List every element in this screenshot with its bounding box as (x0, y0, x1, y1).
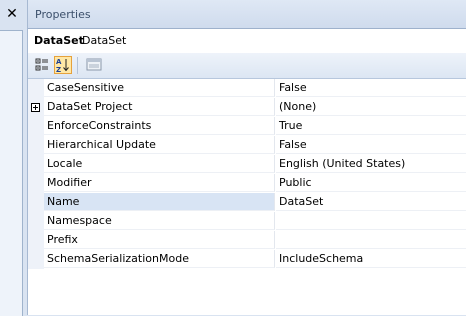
property-row[interactable]: EnforceConstraints True (28, 117, 466, 136)
property-pages-icon[interactable] (85, 56, 103, 74)
row-gutter (28, 98, 44, 117)
property-name[interactable]: Prefix (44, 231, 275, 249)
property-name[interactable]: Modifier (44, 174, 275, 192)
property-name[interactable]: Namespace (44, 212, 275, 230)
expand-icon[interactable] (31, 103, 40, 112)
property-value[interactable]: True (276, 117, 466, 135)
property-name[interactable]: Hierarchical Update (44, 136, 275, 154)
property-name[interactable]: Locale (44, 155, 275, 173)
property-name[interactable]: EnforceConstraints (44, 117, 275, 135)
property-value[interactable]: False (276, 79, 466, 97)
property-row[interactable]: Prefix (28, 231, 466, 250)
property-value[interactable] (276, 231, 466, 249)
row-gutter (28, 174, 44, 193)
property-name[interactable]: DataSet Project (44, 98, 275, 116)
categorized-icon[interactable] (33, 56, 51, 74)
property-value[interactable]: False (276, 136, 466, 154)
property-value[interactable]: DataSet (276, 193, 466, 211)
property-value[interactable]: (None) (276, 98, 466, 116)
property-row[interactable]: Name DataSet (28, 193, 466, 212)
property-row[interactable]: Modifier Public (28, 174, 466, 193)
property-value[interactable]: IncludeSchema (276, 250, 466, 268)
row-gutter (28, 136, 44, 155)
alphabetical-icon[interactable]: A Z (54, 56, 72, 74)
row-gutter (28, 212, 44, 231)
property-name[interactable]: Name (44, 193, 275, 211)
property-value[interactable]: Public (276, 174, 466, 192)
row-gutter (28, 79, 44, 98)
properties-title-bar[interactable]: Properties (28, 0, 466, 28)
row-gutter (28, 231, 44, 250)
property-row[interactable]: Locale English (United States) (28, 155, 466, 174)
property-row[interactable]: Hierarchical Update False (28, 136, 466, 155)
left-panel-body (0, 30, 23, 316)
svg-text:A: A (56, 58, 62, 66)
property-value[interactable]: English (United States) (276, 155, 466, 173)
property-name[interactable]: SchemaSerializationMode (44, 250, 275, 268)
properties-title: Properties (35, 8, 91, 21)
toolbar-separator (77, 57, 78, 74)
object-type: DataSet (82, 34, 127, 47)
row-gutter (28, 117, 44, 136)
property-value[interactable] (276, 212, 466, 230)
properties-window: Properties DataSet DataSet A Z CaseSensi… (27, 0, 466, 315)
property-row[interactable]: CaseSensitive False (28, 79, 466, 98)
object-name: DataSet (34, 34, 84, 47)
row-gutter (28, 250, 44, 269)
property-name[interactable]: CaseSensitive (44, 79, 275, 97)
property-row[interactable]: SchemaSerializationMode IncludeSchema (28, 250, 466, 269)
close-icon[interactable]: ✕ (4, 6, 20, 22)
property-row[interactable]: DataSet Project (None) (28, 98, 466, 117)
left-docked-panel: ✕ (0, 0, 26, 316)
property-row[interactable]: Namespace (28, 212, 466, 231)
svg-text:Z: Z (56, 66, 61, 73)
property-grid: CaseSensitive False DataSet Project (None) E… (28, 79, 466, 315)
row-gutter (28, 155, 44, 174)
object-selector[interactable]: DataSet DataSet (28, 28, 466, 54)
properties-toolbar: A Z (28, 53, 466, 79)
row-gutter (28, 193, 44, 212)
